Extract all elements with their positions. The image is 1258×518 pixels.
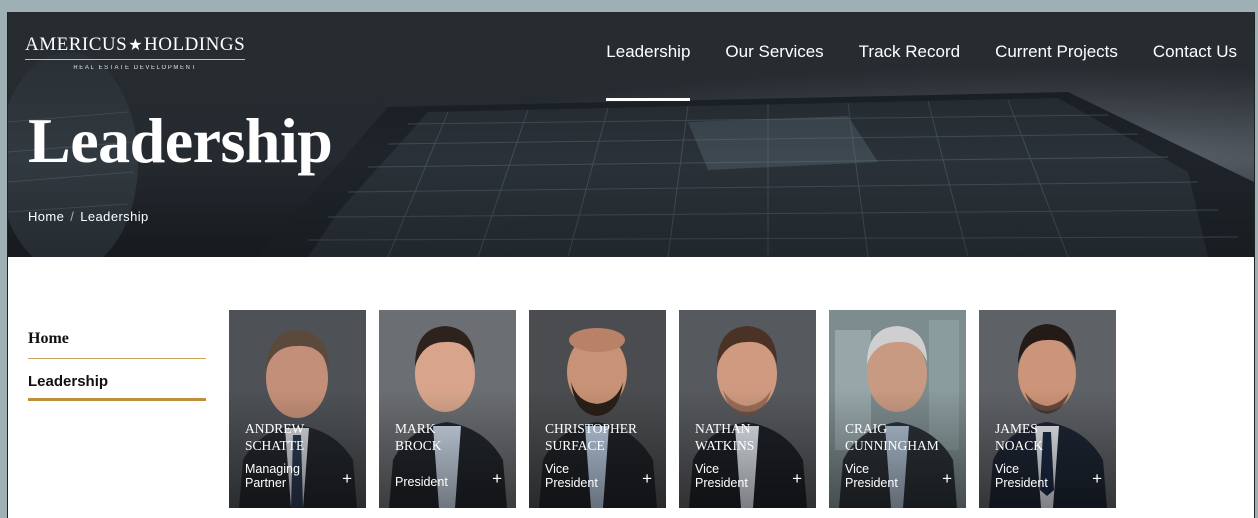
breadcrumb-home-link[interactable]: Home xyxy=(28,209,64,224)
team-card-nathan-watkins[interactable]: NATHAN WATKINS Vice President + xyxy=(679,310,816,508)
main-nav: Leadership Our Services Track Record Cur… xyxy=(606,42,1237,101)
team-card-james-noack[interactable]: JAMES NOACK Vice President + xyxy=(979,310,1116,508)
breadcrumb-current: Leadership xyxy=(80,209,149,224)
breadcrumb: Home / Leadership xyxy=(28,209,149,224)
team-member-role: Vice President xyxy=(845,462,898,490)
nav-track-record[interactable]: Track Record xyxy=(859,42,960,62)
team-member-name: CRAIG CUNNINGHAM xyxy=(845,421,939,453)
brand-logo[interactable]: AMERICUS★HOLDINGS REAL ESTATE DEVELOPMEN… xyxy=(25,34,246,71)
team-member-role: President xyxy=(395,475,448,489)
team-member-role: Managing Partner xyxy=(245,462,300,490)
sidebar-nav: Home Leadership xyxy=(28,330,206,415)
expand-plus-icon[interactable]: + xyxy=(942,470,952,487)
sidebar-item-leadership[interactable]: Leadership xyxy=(28,373,206,390)
nav-current-projects[interactable]: Current Projects xyxy=(995,42,1118,62)
nav-contact-us[interactable]: Contact Us xyxy=(1153,42,1237,62)
team-member-name: JAMES NOACK xyxy=(995,421,1044,453)
team-member-role: Vice President xyxy=(695,462,748,490)
brand-name-left: AMERICUS xyxy=(25,34,128,55)
team-member-name: MARK BROCK xyxy=(395,421,442,453)
page-title: Leadership xyxy=(28,105,333,176)
team-card-andrew-schatte[interactable]: ANDREW SCHATTE Managing Partner + xyxy=(229,310,366,508)
expand-plus-icon[interactable]: + xyxy=(342,470,352,487)
team-member-name: CHRISTOPHER SURFACE xyxy=(545,421,638,453)
sidebar-active-underline xyxy=(28,398,206,401)
nav-leadership[interactable]: Leadership xyxy=(606,42,691,101)
hero-banner: AMERICUS★HOLDINGS REAL ESTATE DEVELOPMEN… xyxy=(8,12,1254,257)
brand-wordmark: AMERICUS★HOLDINGS xyxy=(25,34,246,60)
team-member-role: Vice President xyxy=(545,462,598,490)
brand-name-right: HOLDINGS xyxy=(144,34,246,55)
browser-viewport: AMERICUS★HOLDINGS REAL ESTATE DEVELOPMEN… xyxy=(7,12,1255,518)
expand-plus-icon[interactable]: + xyxy=(1092,470,1102,487)
expand-plus-icon[interactable]: + xyxy=(642,470,652,487)
brand-tagline: REAL ESTATE DEVELOPMENT xyxy=(73,65,197,71)
star-icon: ★ xyxy=(128,37,144,54)
team-member-name: NATHAN WATKINS xyxy=(695,421,755,453)
sidebar-divider xyxy=(28,358,206,359)
team-card-mark-brock[interactable]: MARK BROCK President + xyxy=(379,310,516,508)
team-member-role: Vice President xyxy=(995,462,1048,490)
team-member-name: ANDREW SCHATTE xyxy=(245,421,305,453)
team-grid: ANDREW SCHATTE Managing Partner + MARK B… xyxy=(229,310,1116,508)
expand-plus-icon[interactable]: + xyxy=(792,470,802,487)
team-card-craig-cunningham[interactable]: CRAIG CUNNINGHAM Vice President + xyxy=(829,310,966,508)
breadcrumb-separator: / xyxy=(70,209,75,224)
expand-plus-icon[interactable]: + xyxy=(492,470,502,487)
sidebar-item-home[interactable]: Home xyxy=(28,330,206,358)
nav-our-services[interactable]: Our Services xyxy=(725,42,823,62)
team-card-christopher-surface[interactable]: CHRISTOPHER SURFACE Vice President + xyxy=(529,310,666,508)
